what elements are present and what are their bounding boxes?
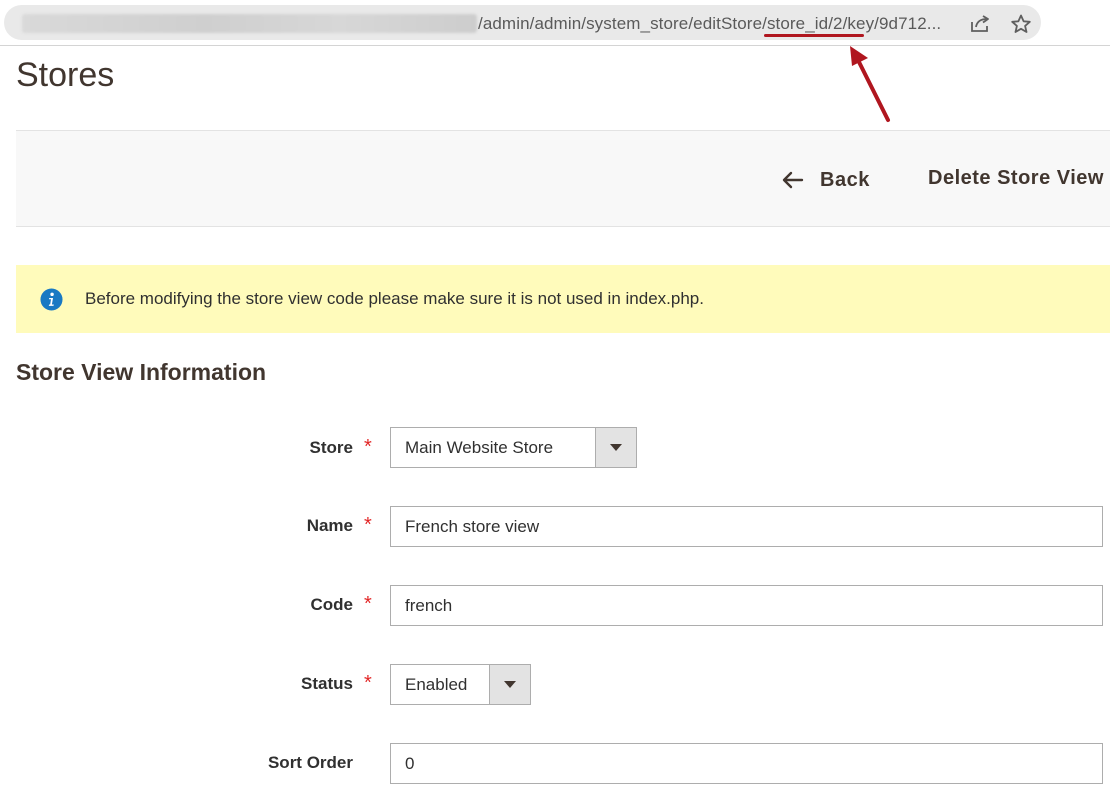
- annotation-arrow-icon: [850, 46, 890, 122]
- delete-store-view-button[interactable]: Delete Store View: [928, 167, 1104, 193]
- status-label: Status: [301, 674, 353, 693]
- status-select-toggle[interactable]: [489, 665, 530, 704]
- name-label: Name: [306, 516, 353, 535]
- chevron-down-icon: [504, 681, 516, 688]
- info-icon: [40, 287, 63, 311]
- store-select[interactable]: Main Website Store: [390, 427, 637, 468]
- required-mark: *: [364, 514, 372, 536]
- share-icon[interactable]: [970, 15, 992, 33]
- code-label: Code: [310, 595, 354, 614]
- code-input[interactable]: [390, 585, 1103, 626]
- sort-order-label: Sort Order: [267, 753, 353, 772]
- chevron-down-icon: [610, 444, 622, 451]
- star-icon[interactable]: [1010, 14, 1032, 34]
- blurred-url-host: [22, 14, 477, 33]
- page-title: Stores: [16, 56, 115, 94]
- browser-divider: [0, 45, 1110, 46]
- notice-text: Before modifying the store view code ple…: [85, 289, 704, 308]
- name-input[interactable]: [390, 506, 1103, 547]
- status-select-value: Enabled: [405, 674, 468, 694]
- notice-message: Before modifying the store view code ple…: [16, 265, 1110, 333]
- required-mark: *: [364, 593, 372, 615]
- annotation-underline: [764, 34, 864, 37]
- section-title: Store View Information: [16, 359, 267, 385]
- address-bar[interactable]: /admin/admin/system_store/editStore/stor…: [4, 5, 1041, 40]
- back-arrow-icon: [782, 171, 804, 189]
- store-select-toggle[interactable]: [595, 428, 636, 467]
- back-button[interactable]: Back: [782, 167, 870, 193]
- status-select[interactable]: Enabled: [390, 664, 531, 705]
- url-text[interactable]: /admin/admin/system_store/editStore/stor…: [478, 14, 941, 34]
- store-label: Store: [309, 438, 353, 457]
- required-mark: *: [364, 436, 372, 458]
- page-actions-bar: Back Delete Store View: [16, 130, 1110, 227]
- store-select-value: Main Website Store: [405, 437, 554, 457]
- required-mark: *: [364, 672, 372, 694]
- back-label: Back: [820, 168, 870, 191]
- sort-order-input[interactable]: [390, 743, 1103, 784]
